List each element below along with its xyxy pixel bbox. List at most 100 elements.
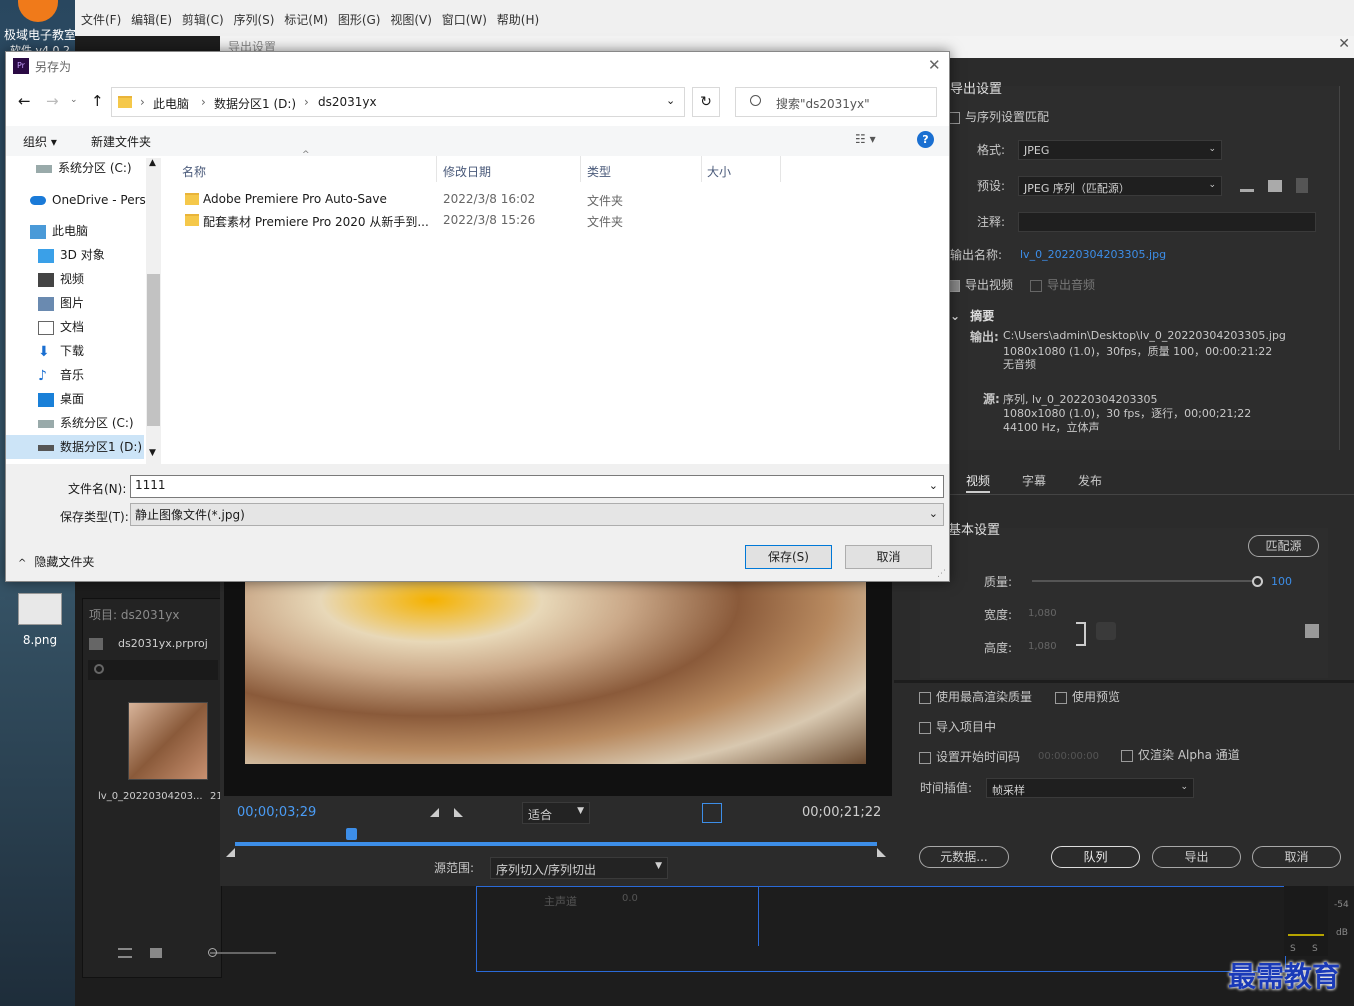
start-tc-check[interactable] bbox=[919, 751, 931, 764]
nav-3d-objects[interactable]: 3D 对象 bbox=[6, 243, 146, 267]
tab-video[interactable]: 视频 bbox=[966, 472, 991, 493]
nav-videos[interactable]: 视频 bbox=[6, 267, 146, 291]
forward-arrow-icon[interactable]: → bbox=[46, 92, 59, 110]
tab-caption[interactable]: 字幕 bbox=[1022, 472, 1046, 489]
breadcrumb-drive-d[interactable]: 数据分区1 (D:) bbox=[214, 95, 296, 112]
menu-file[interactable]: 文件(F) bbox=[81, 11, 121, 28]
nav-onedrive[interactable]: OneDrive - Pers bbox=[6, 188, 146, 212]
alpha-only-check[interactable] bbox=[1121, 749, 1133, 762]
recent-dropdown-icon[interactable]: ⌄ bbox=[70, 95, 78, 105]
quality-slider-handle[interactable] bbox=[1252, 576, 1263, 587]
use-preview-checkbox[interactable]: 使用预览 bbox=[1055, 688, 1120, 705]
import-project-checkbox[interactable]: 导入项目中 bbox=[919, 718, 996, 735]
menu-edit[interactable]: 编辑(E) bbox=[131, 11, 172, 28]
scrub-bar[interactable] bbox=[235, 842, 877, 846]
menu-help[interactable]: 帮助(H) bbox=[497, 11, 539, 28]
cancel-button[interactable]: 取消 bbox=[845, 545, 932, 569]
export-audio-checkbox[interactable]: 导出音频 bbox=[1030, 276, 1095, 293]
chevron-down-icon[interactable]: ⌄ bbox=[929, 479, 938, 492]
menu-window[interactable]: 窗口(W) bbox=[442, 11, 487, 28]
organize-menu[interactable]: 组织 ▾ bbox=[23, 133, 57, 150]
filename-input[interactable]: 1111 ⌄ bbox=[130, 475, 944, 498]
icon-view-icon[interactable] bbox=[150, 948, 162, 958]
playhead-handle[interactable] bbox=[345, 828, 357, 840]
tab-publish[interactable]: 发布 bbox=[1078, 472, 1102, 489]
export-button[interactable]: 导出 bbox=[1152, 846, 1241, 868]
nav-scroll-thumb[interactable] bbox=[147, 274, 160, 426]
import-project-check[interactable] bbox=[919, 721, 931, 734]
export-audio-check[interactable] bbox=[1030, 279, 1042, 292]
mark-out-icon[interactable] bbox=[454, 808, 463, 817]
export-video-checkbox[interactable]: 导出视频 bbox=[948, 276, 1013, 293]
nav-data-d[interactable]: 数据分区1 (D:) bbox=[6, 435, 144, 459]
file-row[interactable]: Adobe Premiere Pro Auto-Save 2022/3/8 16… bbox=[176, 190, 776, 210]
hide-folders-toggle[interactable]: ^ 隐藏文件夹 bbox=[18, 553, 94, 570]
zoom-slider[interactable] bbox=[210, 952, 276, 954]
nav-downloads[interactable]: ⬇ 下载 bbox=[6, 339, 146, 363]
mark-in-icon[interactable] bbox=[430, 808, 439, 817]
meter-solo-button-2[interactable]: S bbox=[1312, 944, 1318, 954]
nav-music[interactable]: ♪ 音乐 bbox=[6, 363, 146, 387]
clip-thumbnail[interactable] bbox=[128, 702, 208, 780]
resize-grip-icon[interactable]: ⋰ bbox=[937, 569, 946, 579]
refresh-button[interactable]: ↻ bbox=[692, 87, 720, 117]
output-name-link[interactable]: lv_0_20220304203305.jpg bbox=[1020, 248, 1166, 261]
list-view-icon[interactable] bbox=[118, 948, 132, 958]
nav-pictures[interactable]: 图片 bbox=[6, 291, 146, 315]
close-icon[interactable]: ✕ bbox=[928, 56, 941, 74]
nav-system-c-2[interactable]: 系统分区 (C:) bbox=[6, 411, 146, 435]
metadata-button[interactable]: 元数据... bbox=[919, 846, 1009, 868]
import-preset-icon[interactable] bbox=[1268, 180, 1282, 192]
project-tab[interactable]: 项目: ds2031yx bbox=[89, 606, 179, 623]
breadcrumb-this-pc[interactable]: 此电脑 bbox=[153, 95, 189, 112]
aspect-toggle-icon[interactable] bbox=[702, 803, 722, 823]
time-interp-dropdown[interactable]: 帧采样 ⌄ bbox=[986, 778, 1194, 798]
zoom-slider-handle[interactable] bbox=[208, 948, 217, 957]
menu-marker[interactable]: 标记(M) bbox=[284, 11, 328, 28]
start-tc-checkbox[interactable]: 设置开始时间码 bbox=[919, 748, 1020, 765]
column-name[interactable]: 名称 bbox=[182, 163, 206, 180]
column-type[interactable]: 类型 bbox=[587, 163, 611, 180]
menu-sequence[interactable]: 序列(S) bbox=[233, 11, 274, 28]
trash-icon[interactable] bbox=[1296, 178, 1308, 193]
nav-this-pc[interactable]: 此电脑 bbox=[6, 219, 146, 243]
close-icon[interactable]: ✕ bbox=[1338, 36, 1350, 52]
project-search-bar[interactable] bbox=[88, 660, 218, 680]
nav-scroll-up[interactable]: ▲ bbox=[149, 158, 156, 168]
queue-button[interactable]: 队列 bbox=[1051, 846, 1140, 868]
save-button[interactable]: 保存(S) bbox=[745, 545, 832, 569]
match-source-button[interactable]: 匹配源 bbox=[1248, 535, 1319, 557]
save-preset-icon[interactable] bbox=[1240, 180, 1254, 192]
quality-value[interactable]: 100 bbox=[1271, 575, 1292, 588]
png-thumbnail[interactable] bbox=[18, 593, 62, 625]
up-arrow-icon[interactable]: ↑ bbox=[91, 92, 104, 110]
quality-slider[interactable] bbox=[1032, 580, 1258, 582]
fit-dropdown[interactable]: 适合 ▼ bbox=[522, 802, 590, 824]
nav-desktop[interactable]: 桌面 bbox=[6, 387, 146, 411]
use-preview-check[interactable] bbox=[1055, 691, 1067, 704]
menu-graphics[interactable]: 图形(G) bbox=[338, 11, 381, 28]
current-timecode[interactable]: 00;00;03;29 bbox=[237, 805, 316, 820]
summary-toggle[interactable]: ⌄ 摘要 bbox=[950, 307, 994, 324]
help-icon[interactable]: ? bbox=[917, 131, 934, 148]
back-arrow-icon[interactable]: ← bbox=[18, 92, 31, 110]
cancel-button[interactable]: 取消 bbox=[1252, 846, 1341, 868]
new-folder-button[interactable]: 新建文件夹 bbox=[91, 133, 151, 150]
nav-system-c[interactable]: 系统分区 (C:) bbox=[6, 156, 146, 180]
out-point-marker[interactable] bbox=[877, 848, 886, 857]
menu-clip[interactable]: 剪辑(C) bbox=[182, 11, 224, 28]
in-point-marker[interactable] bbox=[226, 848, 235, 857]
alpha-only-checkbox[interactable]: 仅渲染 Alpha 通道 bbox=[1121, 746, 1240, 763]
link-icon[interactable] bbox=[1096, 622, 1116, 640]
max-render-check[interactable] bbox=[919, 691, 931, 704]
format-dropdown[interactable]: JPEG ⌄ bbox=[1018, 140, 1222, 160]
filetype-dropdown[interactable]: 静止图像文件(*.jpg) ⌄ bbox=[130, 503, 944, 526]
menu-view[interactable]: 视图(V) bbox=[390, 11, 432, 28]
max-render-checkbox[interactable]: 使用最高渲染质量 bbox=[919, 688, 1032, 705]
breadcrumb-folder[interactable]: ds2031yx bbox=[318, 95, 377, 109]
nav-scroll-down[interactable]: ▼ bbox=[149, 448, 156, 458]
column-date[interactable]: 修改日期 bbox=[443, 163, 491, 180]
source-range-dropdown[interactable]: 序列切入/序列切出 ▼ bbox=[490, 857, 668, 879]
chevron-down-icon[interactable]: ⌄ bbox=[666, 94, 675, 107]
view-options-icon[interactable]: ☷ ▾ bbox=[855, 132, 876, 146]
